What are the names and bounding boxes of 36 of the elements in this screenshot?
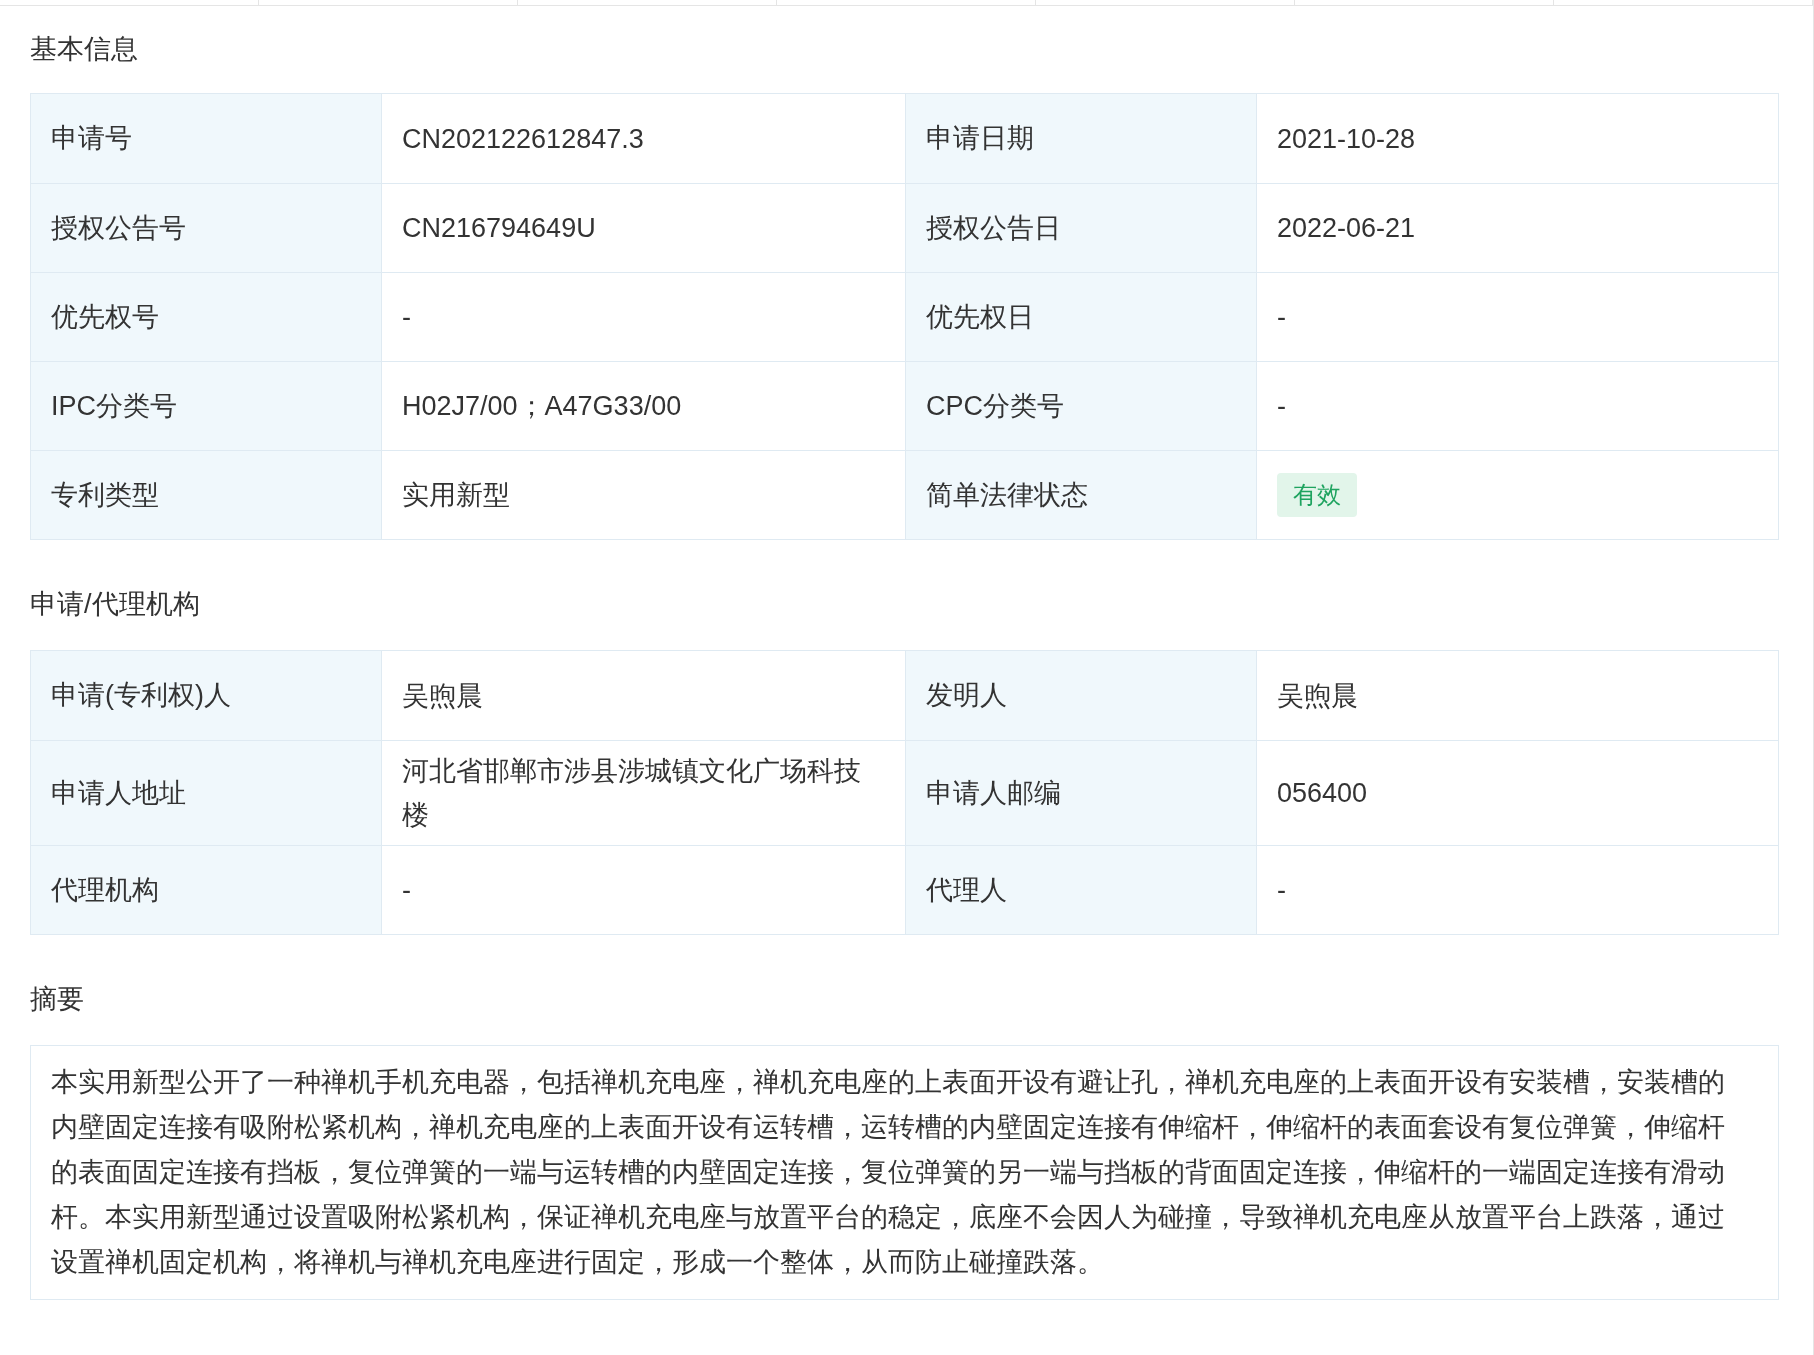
status-tag: 有效 bbox=[1277, 473, 1357, 517]
label-cell: 代理人 bbox=[906, 846, 1257, 934]
field-value: - bbox=[402, 301, 411, 334]
field-value: 吴煦晨 bbox=[1277, 679, 1358, 713]
field-value: - bbox=[402, 874, 411, 907]
label-cell: 申请人邮编 bbox=[906, 741, 1257, 845]
field-value: 2021-10-28 bbox=[1277, 122, 1416, 156]
label-cell: 简单法律状态 bbox=[906, 451, 1257, 539]
field-value: - bbox=[1277, 874, 1286, 907]
field-value: 吴煦晨 bbox=[402, 679, 483, 713]
field-value: 056400 bbox=[1277, 777, 1368, 810]
label-cell: 申请日期 bbox=[906, 94, 1257, 183]
field-value: CN202122612847.3 bbox=[402, 122, 644, 156]
label-cell: 发明人 bbox=[906, 651, 1257, 740]
section-heading: 摘要 bbox=[30, 982, 84, 1016]
field-value: - bbox=[1277, 390, 1286, 423]
field-value: 2022-06-21 bbox=[1277, 212, 1416, 245]
label-cell: 专利类型 bbox=[31, 451, 382, 539]
label-cell: CPC分类号 bbox=[906, 362, 1257, 450]
label-cell: 优先权日 bbox=[906, 273, 1257, 361]
section-heading: 申请/代理机构 bbox=[30, 587, 200, 621]
label-cell: 申请号 bbox=[31, 94, 382, 183]
section-heading: 基本信息 bbox=[30, 33, 138, 67]
label-cell: 申请(专利权)人 bbox=[31, 651, 382, 740]
label-cell: IPC分类号 bbox=[31, 362, 382, 450]
abstract-text: 本实用新型公开了一种禅机手机充电器，包括禅机充电座，禅机充电座的上表面开设有避让孔，禅机充电座的上表面开设有安装槽，安装槽的内壁固定连接有吸附松紧机构，禅机充电座的上表面开设有运转槽，运转槽的内壁固定连接有伸缩杆，伸缩杆的表面套设有复位弹簧，伸缩杆的表面固定连接有挡板，复位弹簧的一端与运转槽的内壁固定连接，复位弹簧的另一端与挡板的背面固定连接，伸缩杆的一端固定连接有滑动杆。本实用新型通过设置吸附松紧机构，保证禅机充电座与放置平台的稳定，底座不会因人为碰撞，导致禅机充电座从放置平台上跌落，通过设置禅机固定机构，将禅机与禅机充电座进行固定，形成一个整体，从而防止碰撞跌落。 bbox=[51, 1066, 1726, 1279]
label-cell: 申请人地址 bbox=[31, 741, 382, 845]
field-value: 实用新型 bbox=[402, 479, 510, 512]
label-cell: 授权公告日 bbox=[906, 184, 1257, 272]
field-value: - bbox=[1277, 301, 1286, 334]
field-value: H02J7/00；A47G33/00 bbox=[402, 390, 682, 423]
label-cell: 授权公告号 bbox=[31, 184, 382, 272]
field-value: 河北省邯郸市涉县涉城镇文化广场科技楼 bbox=[402, 755, 862, 832]
label-cell: 优先权号 bbox=[31, 273, 382, 361]
field-value: CN216794649U bbox=[402, 212, 596, 245]
label-cell: 代理机构 bbox=[31, 846, 382, 934]
